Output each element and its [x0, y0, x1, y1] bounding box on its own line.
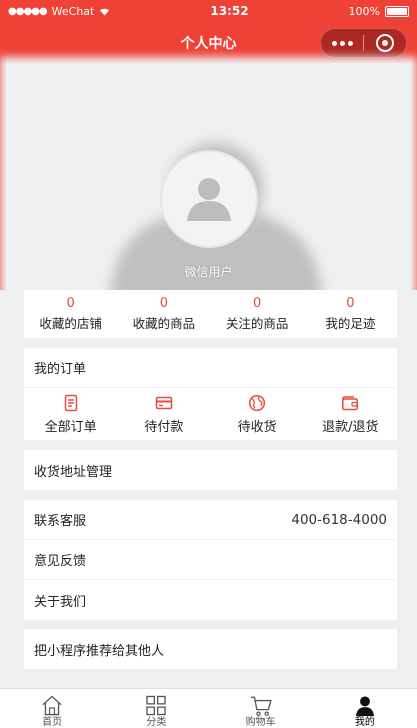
order-list-icon — [64, 394, 77, 411]
globe-icon — [249, 394, 266, 411]
stat-count: 0 — [66, 296, 75, 311]
avatar[interactable] — [160, 150, 258, 248]
stat-label: 收藏的店铺 — [39, 316, 102, 331]
wifi-icon — [100, 8, 110, 15]
stat-label: 关注的商品 — [225, 316, 289, 331]
stat-label: 我的足迹 — [325, 316, 376, 331]
card-icon — [155, 396, 173, 409]
nav-bar: 个人中心 — [0, 22, 417, 63]
user-nickname: 微信用户 — [184, 265, 233, 279]
feedback-row[interactable]: 意见反馈 — [24, 540, 397, 580]
about-us-label: 关于我们 — [34, 594, 87, 610]
stat-count: 0 — [252, 296, 262, 311]
tab-cart[interactable]: 购物车 — [209, 689, 313, 728]
stat-footprints[interactable]: 0 我的足迹 — [304, 290, 397, 338]
share-mini-program-row[interactable]: 把小程序推荐给其他人 — [24, 629, 397, 669]
address-label: 收货地址管理 — [34, 464, 113, 480]
tab-label: 购物车 — [245, 717, 276, 728]
tab-label: 分类 — [146, 717, 167, 728]
target-circle-icon — [376, 34, 394, 52]
order-pending-receipt-button[interactable]: 待收货 — [211, 388, 304, 440]
home-icon — [42, 695, 62, 716]
carrier-name: WeChat — [51, 4, 95, 18]
clock: 13:52 — [210, 4, 249, 18]
stat-favorite-products[interactable]: 0 收藏的商品 — [117, 290, 210, 338]
more-dots-icon — [331, 40, 337, 46]
contact-service-label: 联系客服 — [34, 514, 87, 529]
contact-phone-number[interactable]: 400-618-4000 — [291, 512, 387, 528]
status-bar: ●●●●● WeChat 13:52 100% — [0, 0, 417, 22]
tab-label: 首页 — [42, 717, 63, 728]
stat-label: 收藏的商品 — [132, 316, 196, 331]
page-title: 个人中心 — [180, 35, 237, 52]
close-mini-program-button[interactable] — [364, 34, 406, 52]
tab-category[interactable]: 分类 — [104, 689, 208, 728]
stats-card: 0 收藏的店铺 0 收藏的商品 0 关注的商品 0 我的足迹 — [24, 290, 397, 338]
stat-favorite-shops[interactable]: 0 收藏的店铺 — [24, 290, 117, 338]
signal-indicator: ●●●●● — [8, 5, 48, 17]
tab-bar: 首页 分类 购物车 我的 — [0, 688, 417, 728]
user-icon — [355, 696, 374, 717]
mini-program-capsule — [320, 28, 407, 58]
order-item-label: 待收货 — [237, 419, 277, 435]
order-item-label: 全部订单 — [44, 419, 97, 435]
order-pending-payment-button[interactable]: 待付款 — [117, 388, 210, 440]
battery-icon — [384, 5, 409, 17]
feedback-label: 意见反馈 — [34, 554, 87, 569]
address-management-row[interactable]: 收货地址管理 — [24, 450, 397, 490]
more-menu-button[interactable] — [321, 40, 363, 46]
orders-header[interactable]: 我的订单 — [24, 348, 397, 388]
category-grid-icon — [146, 695, 167, 716]
share-label: 把小程序推荐给其他人 — [34, 643, 165, 659]
tab-mine[interactable]: 我的 — [313, 689, 417, 728]
user-silhouette-icon — [187, 178, 231, 221]
contact-service-row[interactable]: 联系客服 400-618-4000 — [24, 500, 397, 540]
wallet-icon — [342, 395, 359, 410]
service-group: 联系客服 400-618-4000 意见反馈 关于我们 — [24, 500, 397, 620]
tab-label: 我的 — [354, 717, 375, 728]
about-us-row[interactable]: 关于我们 — [24, 580, 397, 620]
stat-count: 0 — [159, 296, 169, 311]
tab-home[interactable]: 首页 — [0, 689, 104, 728]
battery-percent: 100% — [348, 4, 380, 18]
stat-followed-products[interactable]: 0 关注的商品 — [211, 290, 304, 338]
order-item-label: 待付款 — [144, 419, 184, 435]
orders-card: 我的订单 全部订单 待付款 待收货 退款/退货 — [24, 348, 397, 440]
cart-icon — [250, 696, 272, 716]
order-all-button[interactable]: 全部订单 — [24, 388, 117, 440]
top-bar: ●●●●● WeChat 13:52 100% 个人中心 — [0, 0, 417, 63]
order-refund-button[interactable]: 退款/退货 — [304, 388, 397, 440]
order-item-label: 退款/退货 — [322, 419, 379, 435]
stat-count: 0 — [346, 296, 355, 311]
